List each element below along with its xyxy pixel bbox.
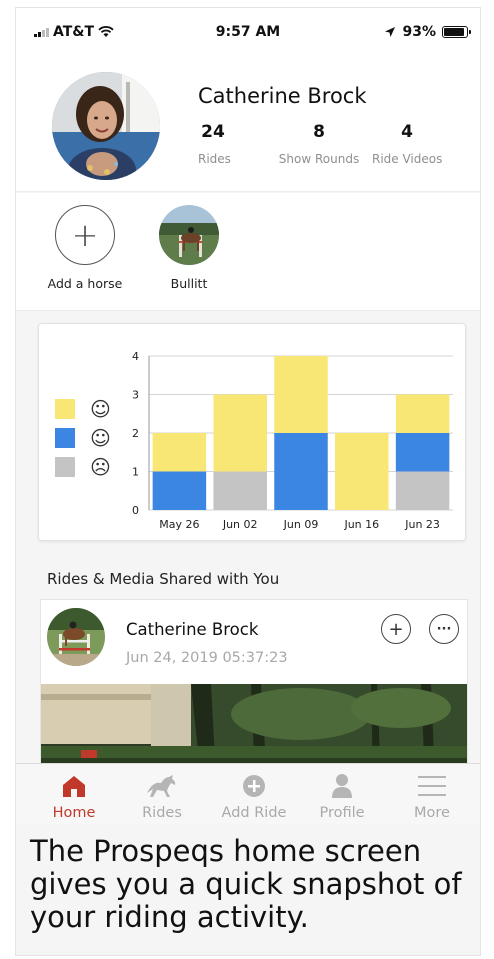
horse-name: Bullitt bbox=[170, 276, 208, 291]
profile-name: Catherine Brock bbox=[198, 84, 367, 108]
bar-segment-sad bbox=[395, 471, 450, 510]
tab-add-ride-label: Add Ride bbox=[221, 805, 287, 821]
stat-rides-label: Rides bbox=[198, 152, 231, 166]
profile-avatar[interactable] bbox=[52, 72, 160, 180]
stat-show-rounds-value: 8 bbox=[313, 122, 325, 142]
stat-ride-videos-label: Ride Videos bbox=[372, 152, 443, 166]
ride-timestamp: Jun 24, 2019 05:37:23 bbox=[126, 650, 288, 666]
bar-segment-neutral bbox=[274, 433, 328, 510]
status-bar: AT&T 9:57 AM 93% bbox=[16, 8, 480, 44]
bar-segment-happy bbox=[152, 433, 207, 472]
stat-show-rounds-label: Show Rounds bbox=[278, 152, 360, 166]
legend-swatch-gray bbox=[55, 456, 75, 477]
tab-profile[interactable]: Profile bbox=[302, 772, 382, 821]
x-tick-label: May 26 bbox=[159, 518, 199, 531]
battery-icon bbox=[442, 26, 471, 38]
y-tick-label: 2 bbox=[132, 427, 139, 440]
legend-item-happy: ☺ bbox=[55, 394, 111, 423]
ellipsis-icon: ··· bbox=[436, 621, 452, 637]
y-tick-label: 3 bbox=[132, 389, 139, 402]
tab-more-label: More bbox=[414, 805, 450, 821]
menu-icon bbox=[392, 772, 472, 800]
location-arrow-icon bbox=[385, 27, 396, 37]
bar-segment-sad bbox=[213, 471, 267, 510]
plus-icon: + bbox=[388, 618, 404, 640]
bar-segment-neutral bbox=[152, 471, 207, 510]
bar-chart: 0 1 2 3 4 May 26 Jun 02 Jun 09 Jun 16 Jun 23 bbox=[132, 350, 453, 531]
stat-ride-videos-value: 4 bbox=[401, 122, 413, 142]
stat-rides[interactable]: 24 Rides bbox=[198, 122, 231, 166]
tab-bar: Home Rides Add Ride Profile More bbox=[16, 763, 480, 825]
stat-ride-videos[interactable]: 4 Ride Videos bbox=[372, 122, 442, 166]
legend-item-sad: ☹ bbox=[55, 452, 111, 481]
y-tick-label: 4 bbox=[132, 350, 139, 363]
ride-mood-chart: ☺ ☺ ☹ 0 1 2 3 4 May 26 Jun 02 Jun 09 Jun 16 Jun 2… bbox=[38, 323, 466, 541]
tab-more[interactable]: More bbox=[392, 772, 472, 821]
home-icon bbox=[34, 772, 114, 800]
horse-avatar bbox=[159, 205, 219, 265]
tab-rides[interactable]: Rides bbox=[122, 772, 202, 821]
legend-item-neutral: ☺ bbox=[55, 423, 111, 452]
bar-segment-neutral bbox=[395, 433, 450, 472]
person-icon bbox=[302, 772, 382, 800]
plus-icon: + bbox=[55, 205, 115, 265]
phone-screen: AT&T 9:57 AM 93% Catherine Brock 24 Ride… bbox=[15, 7, 481, 956]
bar-segment-happy bbox=[213, 394, 267, 472]
tab-home-label: Home bbox=[52, 805, 96, 821]
horse-icon bbox=[122, 772, 202, 800]
legend-swatch-yellow bbox=[55, 398, 75, 419]
y-tick-label: 0 bbox=[132, 504, 139, 517]
add-horse-label: Add a horse bbox=[47, 276, 123, 291]
legend-swatch-blue bbox=[55, 427, 75, 448]
bar-segment-happy bbox=[335, 433, 389, 510]
smiley-sad-icon: ☹ bbox=[90, 454, 111, 479]
stat-show-rounds[interactable]: 8 Show Rounds bbox=[274, 122, 364, 166]
x-tick-label: Jun 16 bbox=[343, 518, 379, 531]
horses-row: + Add a horse Bullitt bbox=[16, 193, 480, 311]
ride-avatar[interactable] bbox=[47, 608, 105, 666]
bar-segment-happy bbox=[395, 394, 450, 433]
ride-author-name: Catherine Brock bbox=[126, 620, 259, 639]
stat-rides-value: 24 bbox=[201, 122, 225, 142]
smiley-happy-icon: ☺ bbox=[90, 396, 111, 421]
smiley-neutral-icon: ☺ bbox=[90, 425, 111, 450]
shared-ride-card[interactable]: Catherine Brock Jun 24, 2019 05:37:23 + … bbox=[40, 599, 468, 779]
chart-legend: ☺ ☺ ☹ bbox=[55, 394, 111, 481]
y-tick-label: 1 bbox=[132, 466, 139, 479]
bar-segment-happy bbox=[274, 356, 328, 433]
tab-profile-label: Profile bbox=[319, 805, 365, 821]
more-options-button[interactable]: ··· bbox=[429, 614, 459, 644]
battery-percent: 93% bbox=[402, 24, 436, 40]
x-tick-label: Jun 09 bbox=[283, 518, 319, 531]
add-circle-icon bbox=[214, 772, 294, 800]
tab-add-ride[interactable]: Add Ride bbox=[214, 772, 294, 821]
screenshot-caption: The Prospeqs home screen gives you a qui… bbox=[30, 834, 462, 934]
x-tick-label: Jun 02 bbox=[222, 518, 258, 531]
section-title: Rides & Media Shared with You bbox=[47, 570, 280, 588]
add-circle-button[interactable]: + bbox=[381, 614, 411, 644]
profile-header: Catherine Brock 24 Rides 8 Show Rounds 4… bbox=[16, 44, 480, 192]
add-horse-button[interactable]: + Add a horse bbox=[40, 205, 130, 291]
tab-home[interactable]: Home bbox=[34, 772, 114, 821]
tab-rides-label: Rides bbox=[142, 805, 182, 821]
x-tick-label: Jun 23 bbox=[404, 518, 440, 531]
horse-item-bullitt[interactable]: Bullitt bbox=[144, 205, 234, 291]
